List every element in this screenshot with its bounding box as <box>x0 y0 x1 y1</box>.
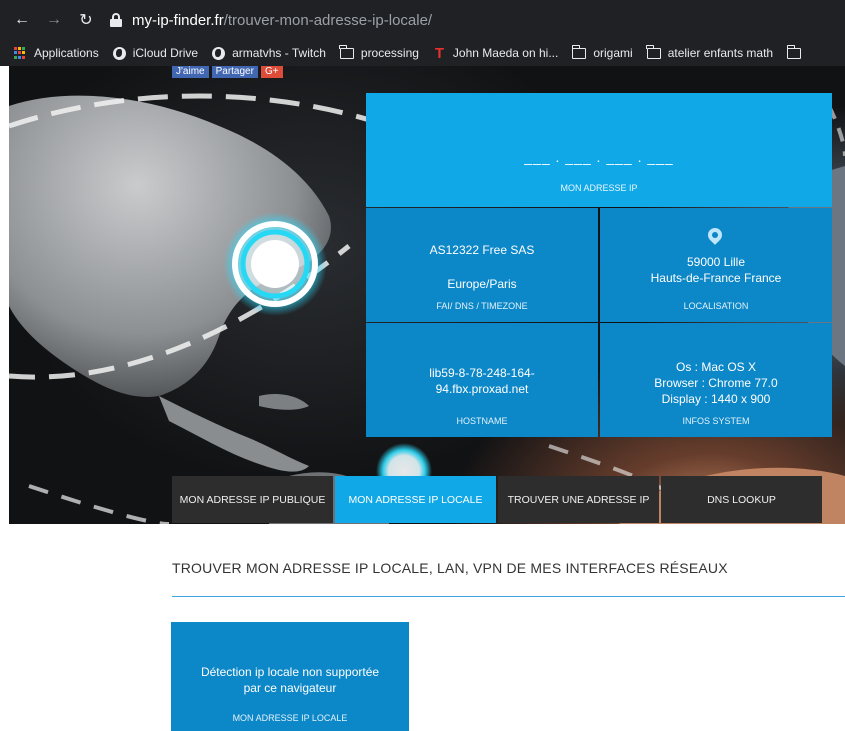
bookmark-label: atelier enfants math <box>667 46 774 60</box>
globe-icon <box>112 46 126 60</box>
isp-caption: FAI/ DNS / TIMEZONE <box>436 301 528 311</box>
bookmarks-bar: Applications iCloud Drive armatvhs - Twi… <box>0 40 845 66</box>
title-divider <box>172 596 845 597</box>
google-plus-button[interactable]: G+ <box>260 66 283 78</box>
bookmark-origami[interactable]: origami <box>571 44 633 60</box>
reload-icon[interactable]: ↻ <box>74 8 98 32</box>
facebook-like-button[interactable]: J'aime <box>172 66 209 78</box>
ip-value: ___ . ___ . ___ . ___ <box>524 149 674 165</box>
ip-info-panel: ___ . ___ . ___ . ___ MON ADRESSE IP AS1… <box>366 93 832 437</box>
ip-label: MON ADRESSE IP <box>560 183 638 193</box>
apps-grid-icon <box>14 46 27 60</box>
bookmark-overflow[interactable] <box>786 44 808 59</box>
browser-chrome: ← → ↻ my-ip-finder.fr/trouver-mon-adress… <box>0 0 845 66</box>
timezone: Europe/Paris <box>447 277 517 291</box>
tab-dns-lookup[interactable]: DNS LOOKUP <box>661 476 822 523</box>
hostname-caption: HOSTNAME <box>456 416 508 426</box>
bookmark-label: armatvhs - Twitch <box>232 46 326 60</box>
globe-icon <box>212 46 226 60</box>
folder-icon <box>571 44 587 59</box>
local-ip-block: Détection ip locale non supportée par ce… <box>171 622 409 731</box>
isp-name: AS12322 Free SAS <box>429 243 535 257</box>
url-row: ← → ↻ my-ip-finder.fr/trouver-mon-adress… <box>0 0 845 40</box>
tab-public-ip[interactable]: MON ADRESSE IP PUBLIQUE <box>172 476 333 523</box>
local-ip-message-line-2: par ce navigateur <box>243 681 337 695</box>
facebook-share-button[interactable]: Partager <box>211 66 258 78</box>
system-cell: Os : Mac OS X Browser : Chrome 77.0 Disp… <box>600 323 832 437</box>
url-path: /trouver-mon-adresse-ip-locale/ <box>223 11 433 29</box>
hostname-line-2: 94.fbx.proxad.net <box>435 382 529 396</box>
bookmark-atelier[interactable]: atelier enfants math <box>646 44 774 60</box>
hostname-line-1: lib59-8-78-248-164- <box>429 366 535 380</box>
hostname-cell: lib59-8-78-248-164- 94.fbx.proxad.net HO… <box>366 323 598 437</box>
public-ip-block: ___ . ___ . ___ . ___ MON ADRESSE IP <box>366 93 832 207</box>
map-pin-icon <box>705 225 725 245</box>
bookmark-label: John Maeda on hi... <box>452 46 559 60</box>
bookmark-icloud[interactable]: iCloud Drive <box>112 46 199 60</box>
location-city: 59000 Lille <box>686 255 746 269</box>
page-title: TROUVER MON ADRESSE IP LOCALE, LAN, VPN … <box>172 560 728 576</box>
system-browser: Browser : Chrome 77.0 <box>654 376 778 390</box>
location-caption: LOCALISATION <box>683 301 749 311</box>
tab-local-ip[interactable]: MON ADRESSE IP LOCALE <box>335 476 496 523</box>
lock-icon <box>110 13 122 27</box>
bookmark-applications[interactable]: Applications <box>14 46 99 60</box>
system-caption: INFOS SYSTEM <box>682 416 750 426</box>
system-os: Os : Mac OS X <box>675 360 756 374</box>
local-ip-message: Détection ip locale non supportée par ce… <box>171 664 409 696</box>
t-logo-icon: T <box>434 44 444 62</box>
folder-icon <box>786 44 802 59</box>
bookmark-label: iCloud Drive <box>132 46 199 60</box>
back-arrow-icon[interactable]: ← <box>10 8 34 32</box>
isp-cell: AS12322 Free SAS Europe/Paris FAI/ DNS /… <box>366 208 598 322</box>
address-bar[interactable]: my-ip-finder.fr/trouver-mon-adresse-ip-l… <box>110 6 835 34</box>
bookmark-label: origami <box>593 46 633 60</box>
nav-tabs: MON ADRESSE IP PUBLIQUE MON ADRESSE IP L… <box>172 476 822 523</box>
forward-arrow-icon[interactable]: → <box>42 8 66 32</box>
url-host: my-ip-finder.fr <box>132 11 224 29</box>
local-ip-message-line-1: Détection ip locale non supportée <box>200 665 380 679</box>
bookmark-label: Applications <box>34 46 99 60</box>
local-ip-caption: MON ADRESSE IP LOCALE <box>232 713 348 723</box>
system-display: Display : 1440 x 900 <box>661 392 771 406</box>
folder-icon <box>339 44 354 59</box>
bookmark-john-maeda[interactable]: T John Maeda on hi... <box>433 44 559 62</box>
bookmark-processing[interactable]: processing <box>339 44 419 60</box>
location-cell: 59000 Lille Hauts-de-France France LOCAL… <box>600 208 832 322</box>
bookmark-label: processing <box>360 46 419 60</box>
bookmark-twitch[interactable]: armatvhs - Twitch <box>212 46 326 60</box>
tab-find-ip[interactable]: TROUVER UNE ADRESSE IP <box>498 476 659 523</box>
social-buttons: J'aime Partager G+ <box>172 66 283 78</box>
folder-icon <box>646 44 661 59</box>
location-region: Hauts-de-France France <box>650 271 782 285</box>
